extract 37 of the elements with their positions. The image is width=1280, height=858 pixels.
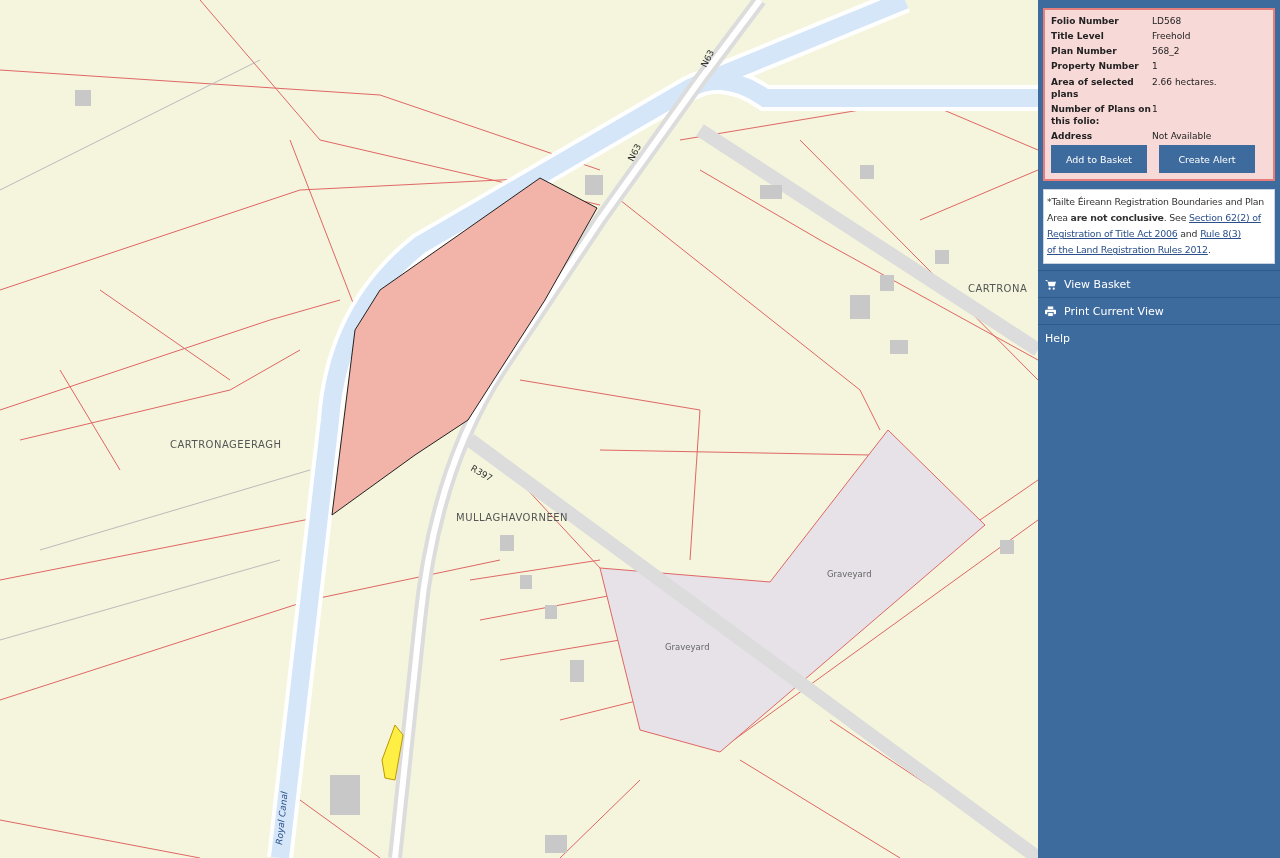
field-value: 2.66 hectares. [1152, 75, 1218, 89]
legislation-link[interactable]: Rule 8(3) [1200, 228, 1241, 240]
map-label: CARTRONAGEERAGH [170, 439, 282, 450]
action-button[interactable]: Add to Basket [1051, 145, 1147, 174]
field-label: Area of selected plans [1051, 75, 1135, 100]
field-label: Plan Number [1051, 45, 1118, 58]
field-value: Not Available [1152, 130, 1213, 143]
highlighted-parcel [381, 724, 404, 781]
field-label: Number of Plans on this folio: [1051, 102, 1152, 128]
field-value: 568_2 [1152, 45, 1181, 58]
field-label: Address [1051, 130, 1094, 143]
action-button[interactable]: Create Alert [1159, 145, 1255, 174]
disclaimer-text: *Tailte Éireann Registration Boundaries and Plan Area are not conclusive. See Section 62(2) of Registration of Title Act 2006 and Rule 8(3) of the Land Registration Rules 2012. [1043, 189, 1275, 265]
cart-icon [1045, 278, 1056, 290]
field-value: 1 [1152, 102, 1159, 116]
menu-item[interactable]: View Basket [1038, 270, 1280, 298]
field-label: Title Level [1051, 30, 1105, 43]
map-label: R397 [469, 463, 495, 484]
field-value: Freehold [1152, 30, 1192, 43]
printer-icon [1045, 305, 1056, 317]
map-label: N63 [698, 48, 717, 69]
map-label: N63 [625, 142, 644, 163]
map[interactable]: CARTRONAGEERAGH MULLAGHAVORNEEN CARTRONA Graveyard Graveyard R397 N63 N63 Royal Canal [0, 0, 1038, 858]
field-label: Folio Number [1051, 15, 1120, 28]
legislation-link[interactable]: Registration of Title Act 2006 [1047, 228, 1178, 240]
legislation-link[interactable]: of the Land Registration Rules 2012 [1047, 244, 1208, 256]
map-label: Graveyard [665, 642, 710, 652]
map-label: CARTRONA [968, 283, 1028, 294]
map-label: Royal Canal [274, 790, 290, 846]
map-label: Graveyard [827, 569, 872, 579]
menu-item[interactable]: Help [1038, 324, 1280, 352]
field-value: 1 [1152, 60, 1159, 73]
menu-item[interactable]: Print Current View [1038, 297, 1280, 325]
field-value: LD568 [1152, 15, 1183, 28]
field-label: Property Number [1051, 60, 1140, 73]
map-label: MULLAGHAVORNEEN [456, 512, 569, 523]
legislation-link[interactable]: Section 62(2) of [1189, 212, 1261, 224]
